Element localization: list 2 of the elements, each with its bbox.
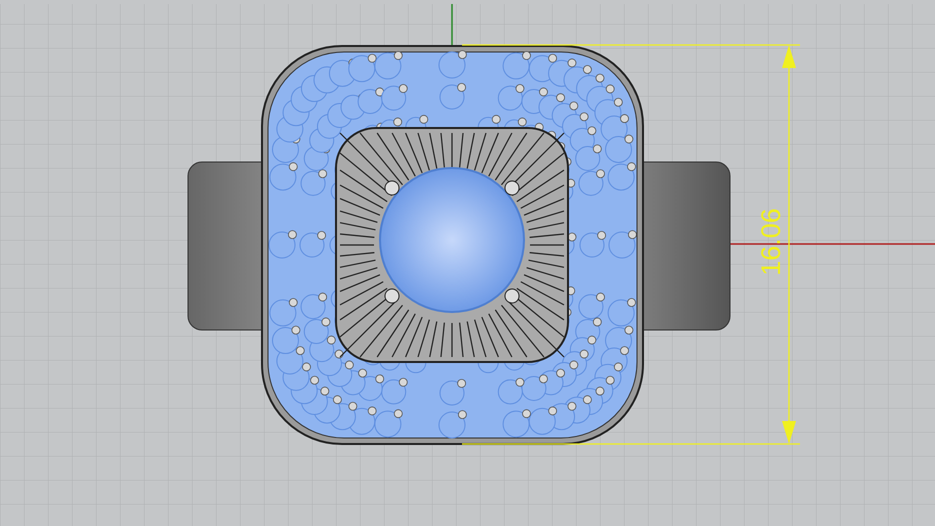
y-axis-line [451, 4, 453, 46]
dimension-text: 16.06 [756, 207, 786, 278]
